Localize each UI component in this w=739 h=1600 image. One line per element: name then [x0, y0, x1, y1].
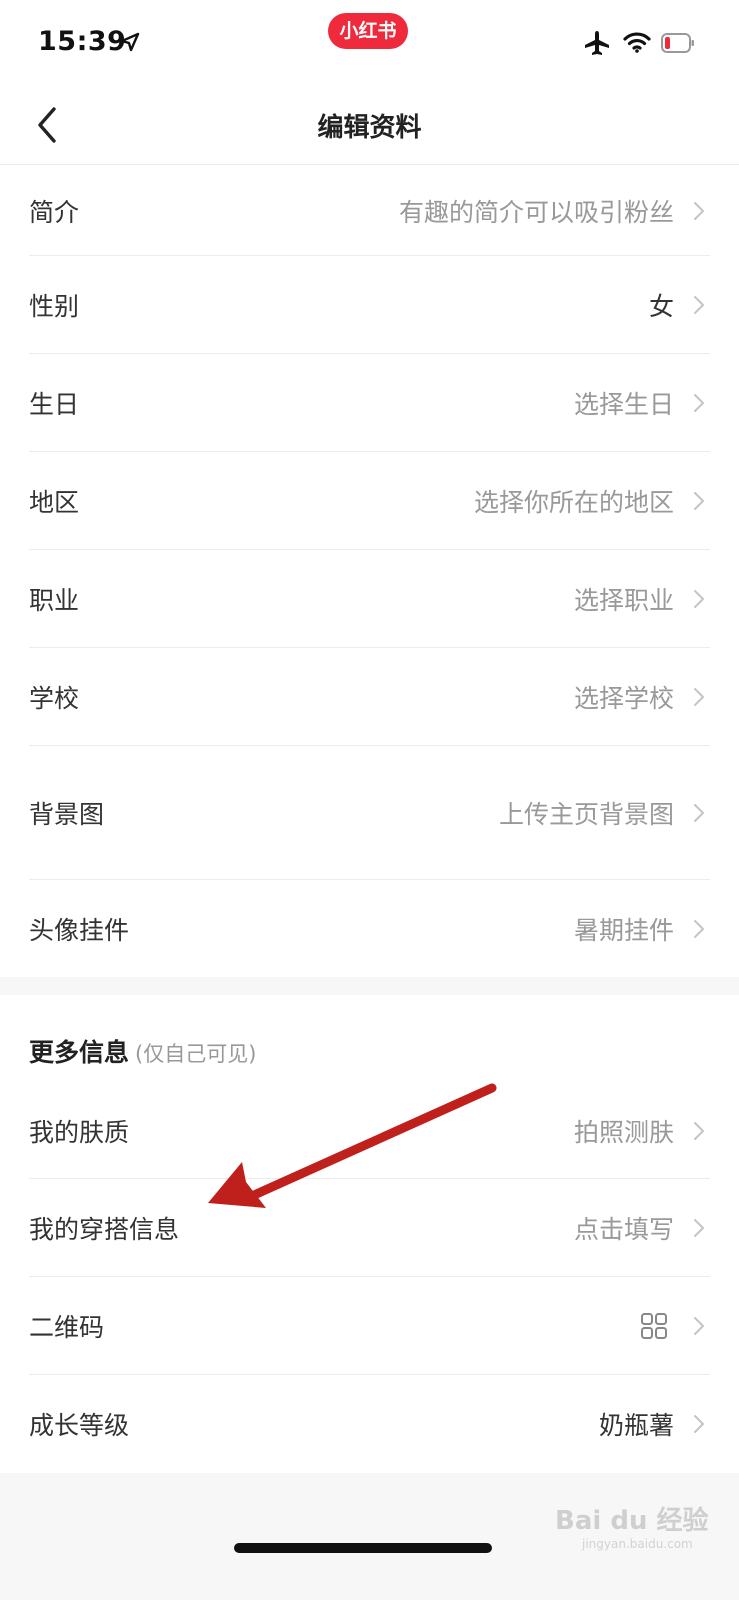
background-image-row[interactable]: 背景图 上传主页背景图 [29, 746, 710, 880]
baidu-watermark: Bai du 经验 [555, 1506, 709, 1536]
row-label: 学校 [29, 684, 80, 713]
row-value: 点击填写 [573, 1215, 674, 1244]
chevron-right-icon [694, 1317, 704, 1335]
avatar-pendant-row[interactable]: 头像挂件 暑期挂件 [29, 880, 710, 977]
section-header: 更多信息 (仅自己可见) [29, 1033, 256, 1069]
chevron-right-icon [694, 919, 704, 938]
chevron-right-icon [694, 296, 704, 314]
row-label: 成长等级 [29, 1411, 130, 1440]
chevron-right-icon [694, 688, 704, 706]
row-label: 性别 [29, 292, 80, 321]
gender-row[interactable]: 性别 女 [29, 256, 710, 354]
page-title: 编辑资料 [317, 113, 422, 143]
row-value: 拍照测肤 [573, 1117, 674, 1147]
skin-type-row[interactable]: 我的肤质 拍照测肤 [29, 1082, 710, 1179]
row-value: 女 [648, 292, 674, 321]
chevron-right-icon [694, 394, 704, 412]
airplane-icon [585, 31, 609, 55]
battery-low-icon [661, 33, 694, 53]
occupation-row[interactable]: 职业 选择职业 [29, 550, 710, 648]
row-label: 职业 [29, 586, 80, 615]
chevron-right-icon [694, 590, 704, 608]
chevron-right-icon [694, 201, 704, 220]
growth-level-row[interactable]: 成长等级 奶瓶薯 [29, 1375, 710, 1473]
row-value: 选择生日 [573, 390, 674, 419]
chevron-right-icon [694, 1415, 704, 1433]
row-label: 地区 [29, 488, 80, 517]
school-row[interactable]: 学校 选择学校 [29, 648, 710, 746]
row-label: 我的肤质 [29, 1117, 130, 1147]
row-value: 选择职业 [573, 586, 674, 615]
row-label: 二维码 [29, 1313, 105, 1342]
chevron-right-icon [694, 1219, 704, 1237]
row-label: 背景图 [29, 800, 105, 829]
status-time: 15:39 [38, 26, 127, 57]
row-value: 暑期挂件 [573, 915, 674, 945]
row-label: 头像挂件 [29, 915, 130, 945]
profile-fields-section: 简介 有趣的简介可以吸引粉丝 性别 女 生日 选择生日 地区 选择你所在的地区 … [0, 165, 739, 977]
row-label: 简介 [29, 197, 80, 227]
wifi-icon [623, 32, 651, 53]
more-info-section: 更多信息 (仅自己可见) 我的肤质 拍照测肤 我的穿搭信息 点击填写 二维码 成… [0, 995, 739, 1473]
app-badge: 小红书 [328, 13, 408, 49]
chevron-right-icon [694, 1121, 704, 1140]
row-label: 生日 [29, 390, 80, 419]
chevron-right-icon [694, 804, 704, 822]
row-value: 选择学校 [573, 684, 674, 713]
status-bar: 15:39 小红书 [0, 0, 739, 85]
qr-code-row[interactable]: 二维码 [29, 1277, 710, 1375]
section-title: 更多信息 [29, 1038, 130, 1067]
row-value: 选择你所在的地区 [473, 488, 674, 517]
outfit-info-row[interactable]: 我的穿搭信息 点击填写 [29, 1179, 710, 1277]
navigation-bar: 编辑资料 [0, 85, 739, 165]
qr-grid-icon [641, 1313, 667, 1339]
birthday-row[interactable]: 生日 选择生日 [29, 354, 710, 452]
edit-profile-screen: 15:39 小红书 编辑资料 简介 有趣的简介可以吸引粉丝 性别 女 生日 选择… [0, 0, 739, 1600]
watermark-sub: jingyan.baidu.com [582, 1537, 693, 1551]
row-value: 上传主页背景图 [498, 800, 674, 829]
location-arrow-icon [120, 32, 140, 52]
bio-row[interactable]: 简介 有趣的简介可以吸引粉丝 [29, 165, 710, 256]
home-indicator [234, 1543, 492, 1553]
row-label: 我的穿搭信息 [29, 1215, 180, 1244]
section-note: (仅自己可见) [135, 1042, 257, 1066]
region-row[interactable]: 地区 选择你所在的地区 [29, 452, 710, 550]
row-value: 奶瓶薯 [598, 1411, 674, 1440]
row-value: 有趣的简介可以吸引粉丝 [398, 197, 674, 227]
chevron-right-icon [694, 492, 704, 510]
